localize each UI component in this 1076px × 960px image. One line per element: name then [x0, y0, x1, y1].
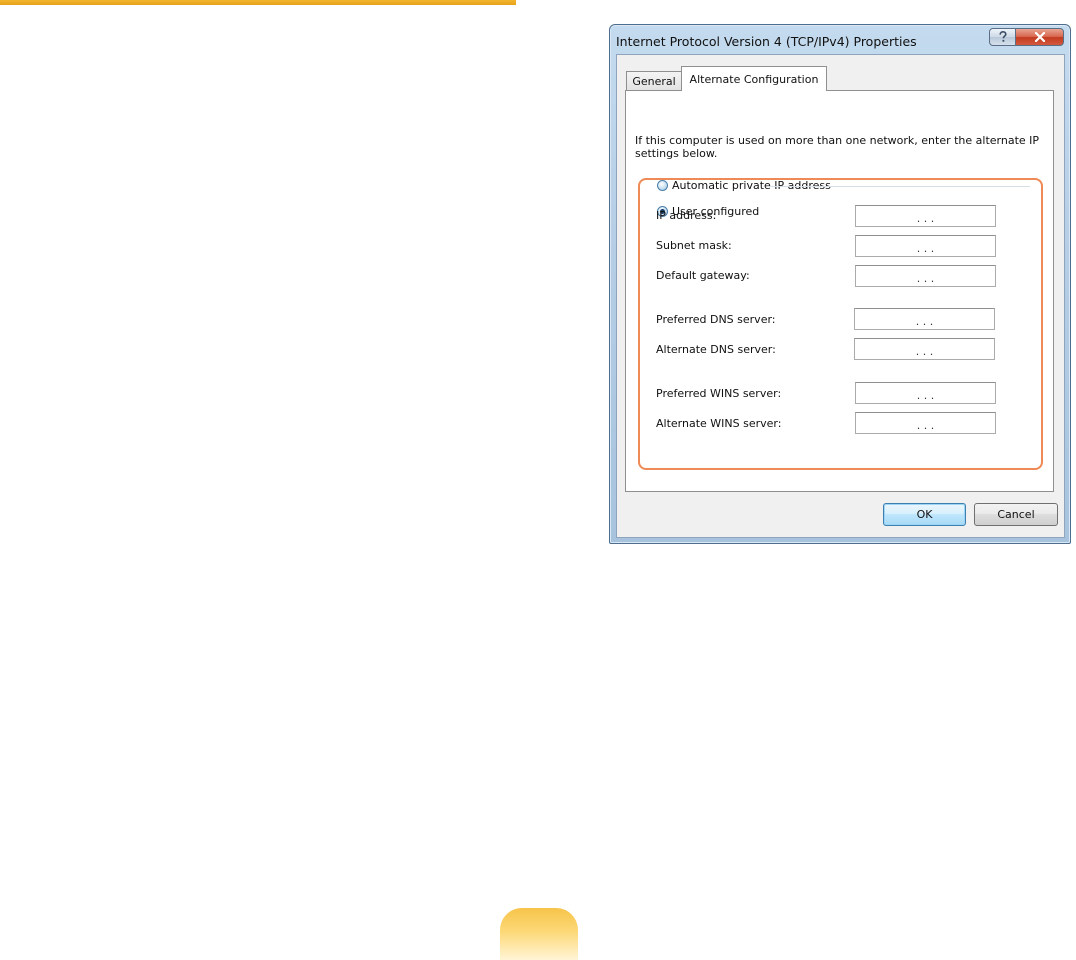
alternate-wins-input[interactable]: . . .: [855, 412, 996, 434]
preferred-wins-separators: . . .: [916, 388, 935, 402]
group-box-border: [767, 186, 1030, 187]
automatic-radio[interactable]: [657, 180, 668, 191]
default-gateway-input[interactable]: . . .: [855, 265, 996, 287]
ip-address-input[interactable]: . . .: [855, 205, 996, 227]
ip-address-separators: . . .: [916, 211, 935, 225]
preferred-dns-separators: . . .: [915, 314, 934, 328]
dialog-client-area: General Alternate Configuration If this …: [616, 54, 1065, 538]
subnet-mask-input[interactable]: . . .: [855, 235, 996, 257]
preferred-wins-input[interactable]: . . .: [855, 382, 996, 404]
tab-general[interactable]: General: [626, 71, 682, 91]
ipv4-properties-dialog: Internet Protocol Version 4 (TCP/IPv4) P…: [609, 24, 1071, 544]
default-gateway-label: Default gateway:: [656, 269, 750, 282]
alternate-wins-separators: . . .: [916, 418, 935, 432]
alternate-dns-separators: . . .: [915, 344, 934, 358]
default-gateway-separators: . . .: [916, 271, 935, 285]
tab-alternate-configuration[interactable]: Alternate Configuration: [681, 66, 827, 91]
question-mark-icon: [998, 31, 1007, 42]
page-number-tab: [500, 908, 578, 960]
ok-button[interactable]: OK: [883, 503, 966, 526]
intro-text: If this computer is used on more than on…: [635, 134, 1040, 160]
close-icon: [1034, 32, 1045, 42]
page-header-rule: [0, 0, 516, 5]
subnet-mask-separators: . . .: [916, 241, 935, 255]
help-button[interactable]: [989, 28, 1016, 46]
subnet-mask-label: Subnet mask:: [656, 239, 732, 252]
preferred-wins-label: Preferred WINS server:: [656, 387, 782, 400]
alternate-dns-label: Alternate DNS server:: [656, 343, 776, 356]
close-button[interactable]: [1015, 28, 1064, 46]
alternate-wins-label: Alternate WINS server:: [656, 417, 782, 430]
cancel-button[interactable]: Cancel: [974, 503, 1058, 526]
preferred-dns-label: Preferred DNS server:: [656, 313, 776, 326]
preferred-dns-input[interactable]: . . .: [854, 308, 995, 330]
dialog-title: Internet Protocol Version 4 (TCP/IPv4) P…: [616, 34, 917, 49]
alternate-dns-input[interactable]: . . .: [854, 338, 995, 360]
ip-address-label: IP address:: [656, 209, 717, 222]
